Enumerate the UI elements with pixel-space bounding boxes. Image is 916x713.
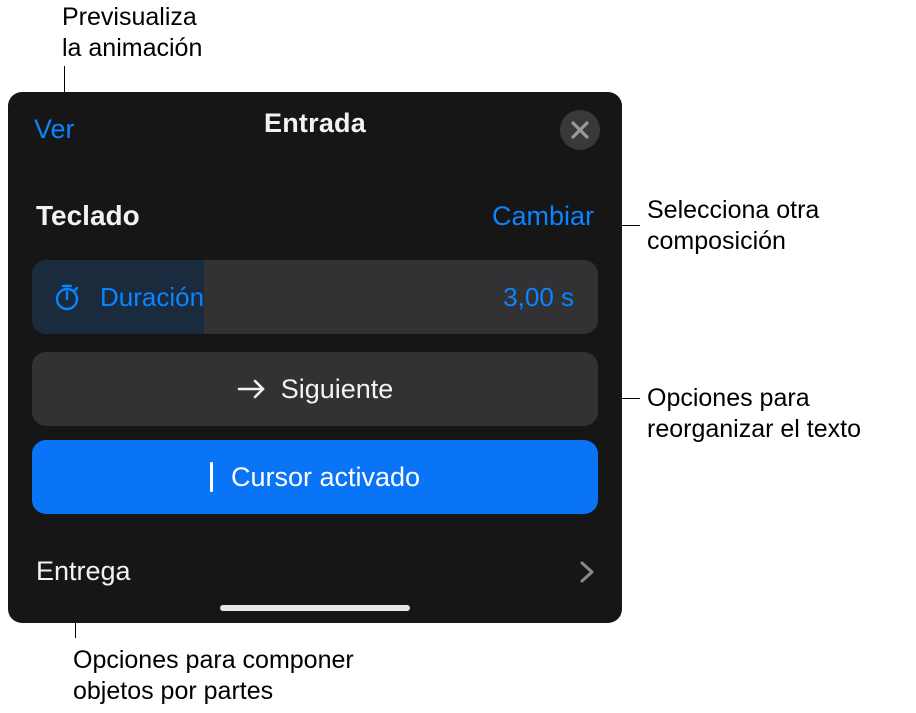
change-effect-button[interactable]: Cambiar: [492, 201, 594, 232]
callout-change-text: Selecciona otra composición: [647, 195, 819, 258]
duration-slider[interactable]: Duración 3,00 s: [32, 260, 598, 334]
text-direction-label: Siguiente: [281, 374, 394, 405]
home-indicator: [220, 605, 410, 611]
close-button[interactable]: [560, 110, 600, 150]
duration-value: 3,00 s: [503, 282, 574, 313]
animation-panel: Ver Entrada Teclado Cambiar Duración 3,0…: [8, 92, 622, 623]
panel-header: Ver Entrada: [8, 92, 622, 154]
cursor-toggle-button[interactable]: Cursor activado: [32, 440, 598, 514]
duration-label: Duración: [100, 282, 503, 313]
delivery-row[interactable]: Entrega: [8, 556, 622, 587]
preview-button[interactable]: Ver: [34, 114, 75, 145]
cursor-toggle-label: Cursor activado: [231, 462, 420, 493]
cursor-icon: [210, 462, 213, 492]
text-direction-button[interactable]: Siguiente: [32, 352, 598, 426]
callout-next-text: Opciones para reorganizar el texto: [647, 383, 861, 446]
callout-preview-text: Previsualiza la animación: [62, 2, 202, 65]
callout-delivery-text: Opciones para componer objetos por parte…: [73, 645, 354, 708]
close-icon: [571, 121, 589, 139]
delivery-label: Entrega: [36, 556, 131, 587]
chevron-right-icon: [580, 561, 594, 583]
timer-icon: [52, 282, 82, 312]
arrow-right-icon: [237, 378, 267, 400]
controls-group: Duración 3,00 s Siguiente Cursor activad…: [8, 260, 622, 514]
effect-name-label: Teclado: [36, 200, 140, 232]
effect-section-row: Teclado Cambiar: [8, 200, 622, 232]
panel-title: Entrada: [264, 108, 366, 139]
